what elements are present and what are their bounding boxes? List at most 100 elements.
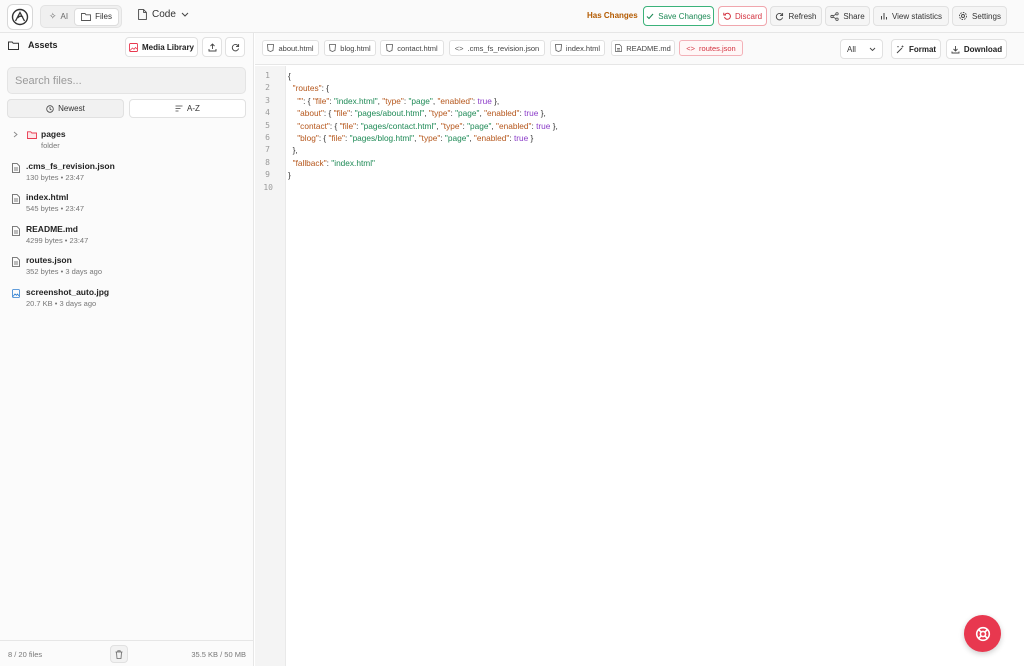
chevron-right-icon[interactable] [13, 131, 18, 138]
view-statistics-button[interactable]: View statistics [873, 6, 949, 26]
file-meta: 130 bytes • 23:47 [26, 172, 85, 182]
media-library-label: Media Library [141, 42, 194, 52]
share-label: Share [843, 11, 865, 21]
sparkle-icon: ✧ [49, 11, 57, 21]
mode-files-button[interactable]: Files [74, 7, 119, 26]
storage-usage: 35.5 KB / 50 MB [191, 650, 246, 659]
code-line: "fallback": "index.html" [292, 157, 375, 168]
refresh-icon [776, 12, 784, 20]
share-button[interactable]: Share [825, 6, 870, 26]
code-line: "routes": { [292, 83, 329, 94]
mode-files-label: Files [95, 12, 112, 21]
file-item-screenshot[interactable]: screenshot_auto.jpg 20.7 KB • 3 days ago [0, 283, 253, 315]
file-meta: folder [41, 141, 60, 150]
refresh-icon [231, 43, 239, 51]
check-icon [646, 13, 654, 19]
tab-label: about.html [278, 43, 314, 53]
media-library-button[interactable]: Media Library [125, 37, 198, 57]
filter-select-value: All [847, 44, 856, 54]
file-icon [138, 9, 147, 20]
filter-select[interactable]: All [840, 39, 883, 59]
has-changes-indicator: Has Changes [587, 11, 638, 20]
refresh-label: Refresh [788, 11, 817, 21]
tab-cms-revision[interactable]: <> .cms_fs_revision.json [449, 40, 545, 56]
chevron-down-icon [181, 12, 189, 17]
mode-ai-label: AI [60, 12, 69, 21]
upload-icon [208, 42, 216, 51]
format-label: Format [908, 44, 937, 54]
line-number: 5 [265, 120, 270, 130]
download-icon [951, 45, 960, 53]
view-statistics-label: View statistics [891, 11, 943, 21]
html-file-icon [386, 44, 394, 52]
search-files-input[interactable] [7, 67, 246, 94]
settings-label: Settings [972, 11, 1001, 21]
file-name: index.html [26, 192, 69, 203]
download-label: Download [963, 44, 1003, 54]
refresh-button[interactable]: Refresh [770, 6, 822, 26]
top-bar: ✧ AI Files Code Has Changes Save Changes… [0, 0, 1024, 33]
editor-area: about.html blog.html contact.html <> .cm… [255, 33, 1024, 666]
line-number: 8 [265, 157, 270, 167]
image-file-icon [12, 289, 20, 298]
code-menu-button[interactable]: Code [138, 9, 189, 20]
file-name: .cms_fs_revision.json [26, 160, 115, 171]
help-button[interactable] [964, 615, 1001, 652]
line-number: 6 [265, 133, 270, 142]
discard-button[interactable]: Discard [718, 6, 767, 26]
code-line: "contact": { "file": "pages/contact.html… [297, 120, 558, 131]
html-file-icon [267, 44, 275, 52]
save-changes-button[interactable]: Save Changes [643, 6, 714, 26]
mode-switch: ✧ AI Files [40, 5, 122, 28]
line-number: 4 [265, 108, 270, 118]
sort-newest-label: Newest [58, 104, 85, 113]
assets-title: Assets [28, 40, 58, 50]
mode-ai-button[interactable]: ✧ AI [43, 8, 74, 26]
folder-icon [81, 13, 92, 21]
code-menu-label: Code [152, 9, 176, 20]
tab-routes-json[interactable]: <> routes.json [679, 40, 743, 56]
file-item-pages[interactable]: pages folder [0, 125, 253, 157]
file-count: 8 / 20 files [8, 650, 43, 659]
file-item-routes-json[interactable]: routes.json 352 bytes • 3 days ago [0, 251, 253, 283]
file-meta: 4299 bytes • 23:47 [26, 235, 89, 245]
line-number: 10 [263, 182, 273, 192]
trash-icon [115, 649, 123, 659]
line-number: 2 [265, 83, 270, 93]
file-item-readme[interactable]: README.md 4299 bytes • 23:47 [0, 220, 253, 252]
file-name: screenshot_auto.jpg [26, 286, 110, 297]
code-line: }, [288, 145, 298, 156]
download-button[interactable]: Download [946, 39, 1007, 59]
app-logo[interactable] [7, 4, 33, 30]
gear-icon [959, 12, 967, 20]
line-number: 7 [265, 145, 270, 155]
format-button[interactable]: Format [891, 39, 941, 59]
file-list: pages folder .cms_fs_revision.json 130 b… [0, 125, 253, 315]
html-file-icon [329, 44, 337, 52]
folder-icon [8, 41, 19, 50]
code-line: { [288, 71, 291, 81]
bar-chart-icon [880, 13, 887, 20]
save-changes-label: Save Changes [658, 11, 711, 21]
upload-button[interactable] [202, 37, 222, 57]
tab-label: contact.html [397, 43, 438, 53]
file-item-cms-revision[interactable]: .cms_fs_revision.json 130 bytes • 23:47 [0, 157, 253, 189]
refresh-files-button[interactable] [225, 37, 245, 57]
tab-readme[interactable]: README.md [611, 40, 675, 56]
file-text-icon [12, 257, 20, 268]
sort-newest-button[interactable]: Newest [7, 99, 124, 118]
share-icon [830, 11, 839, 21]
tab-index-html[interactable]: index.html [550, 40, 605, 56]
file-item-index-html[interactable]: index.html 545 bytes • 23:47 [0, 188, 253, 220]
code-line: "": { "file": "index.html", "type": "pag… [297, 95, 500, 106]
delete-button[interactable] [110, 645, 128, 663]
code-editor[interactable]: 1 2 3 4 5 6 7 8 9 10 { "routes": { "": {… [255, 66, 1024, 666]
tab-contact-html[interactable]: contact.html [380, 40, 444, 56]
file-meta: 352 bytes • 3 days ago [26, 267, 103, 277]
tab-blog-html[interactable]: blog.html [324, 40, 376, 56]
tab-about-html[interactable]: about.html [262, 40, 319, 56]
settings-button[interactable]: Settings [952, 6, 1007, 26]
sort-az-label: A-Z [187, 104, 200, 113]
sort-lines-icon [175, 105, 183, 112]
sort-az-button[interactable]: A-Z [129, 99, 246, 118]
